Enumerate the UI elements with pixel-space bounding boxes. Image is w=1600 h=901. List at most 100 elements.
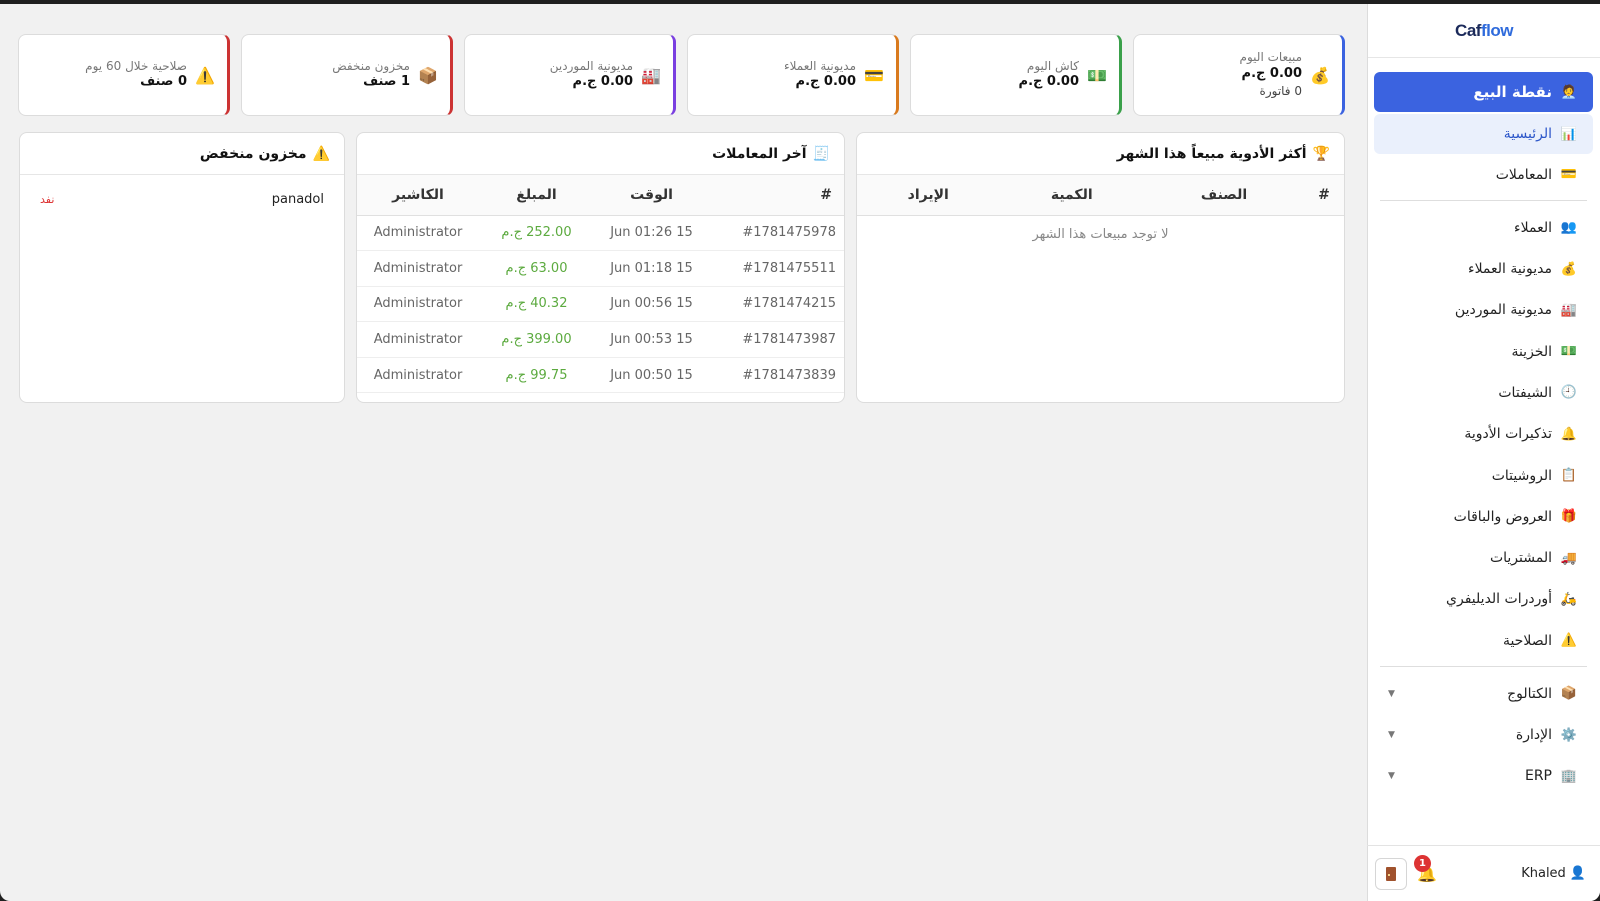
- transaction-id[interactable]: #1781475978: [709, 215, 844, 252]
- sidebar-item-customer-debts[interactable]: 💰 مديونية العملاء: [1374, 249, 1593, 290]
- logout-button[interactable]: [1375, 857, 1407, 890]
- item-name: panadol: [271, 191, 324, 207]
- stat-label: مديونية الموردين: [549, 58, 633, 73]
- sidebar-item-purchases[interactable]: 🚚 المشتريات: [1374, 538, 1593, 579]
- stat-card-supplier-debts[interactable]: 🏭 مديونية الموردين 0.00 ج.م: [464, 34, 676, 116]
- user-name: Khaled: [1521, 866, 1566, 881]
- transaction-cashier: Administrator: [357, 250, 479, 287]
- transaction-cashier: Administrator: [357, 321, 479, 358]
- card-header: 🧾 آخر المعاملات: [357, 133, 844, 175]
- sidebar-item-admin[interactable]: ⚙️ الإدارة ▼: [1374, 715, 1593, 756]
- building-icon: 🏢: [1560, 768, 1577, 784]
- column-header[interactable]: #: [1304, 175, 1344, 216]
- column-header[interactable]: المبلغ: [479, 175, 594, 216]
- transaction-id[interactable]: #1781474215: [709, 286, 844, 323]
- sidebar-item-supplier-debts[interactable]: 🏭 مديونية الموردين: [1374, 290, 1593, 331]
- stat-label: مبيعات اليوم: [1239, 49, 1302, 64]
- sidebar-item-label: مديونية العملاء: [1468, 261, 1552, 278]
- low-stock-card: ⚠️ مخزون منخفض panadol نفد: [19, 132, 345, 403]
- notification-badge: 1: [1413, 855, 1431, 872]
- column-header[interactable]: الكاشير: [357, 175, 479, 216]
- brand-logo[interactable]: Caf flow: [1368, 4, 1600, 58]
- sidebar-item-treasury[interactable]: 💵 الخزينة: [1374, 331, 1593, 372]
- dashboard-main: 💰 مبيعات اليوم 0.00 ج.م 0 فاتورة 💵 كاش ا…: [0, 4, 1367, 901]
- column-header[interactable]: الإيراد: [857, 175, 1000, 216]
- stat-card-customer-debts[interactable]: 💳 مديونية العملاء 0.00 ج.م: [687, 34, 899, 116]
- transaction-id[interactable]: #1781473987: [709, 321, 844, 358]
- brand-suffix: flow: [1480, 20, 1514, 40]
- user-profile[interactable]: 👤 Khaled: [1521, 866, 1586, 881]
- sidebar-item-catalog[interactable]: 📦 الكتالوج ▼: [1374, 673, 1593, 714]
- recent-transactions-card: 🧾 آخر المعاملات # الوقت المبلغ الكاشير #…: [356, 132, 845, 403]
- sidebar-item-label: الشيفتات: [1498, 384, 1552, 401]
- table-row[interactable]: #1781473987 15 Jun 00:53 399.00 ج.م Admi…: [357, 321, 844, 358]
- sidebar-item-label: مديونية الموردين: [1454, 302, 1552, 319]
- sidebar-item-prescriptions[interactable]: 📋 الروشيتات: [1374, 455, 1593, 496]
- sidebar-item-label: تذكيرات الأدوية: [1464, 426, 1552, 443]
- truck-icon: 🚚: [1560, 550, 1577, 566]
- gear-icon: ⚙️: [1560, 727, 1577, 743]
- sidebar-item-reminders[interactable]: 🔔 تذكيرات الأدوية: [1374, 414, 1593, 455]
- sidebar-item-label: الخزينة: [1511, 343, 1552, 360]
- sidebar-item-customers[interactable]: 👥 العملاء: [1374, 207, 1593, 248]
- user-bar: 👤 Khaled 🔔 1: [1367, 845, 1600, 901]
- stat-card-low-stock[interactable]: 📦 مخزون منخفض 1 صنف: [241, 34, 453, 116]
- box-icon: 📦: [418, 65, 438, 85]
- stat-label: مديونية العملاء: [784, 58, 856, 73]
- sidebar-item-offers[interactable]: 🎁 العروض والباقات: [1374, 496, 1593, 537]
- sidebar-nav: 🧑‍💼 نقطة البيع 📊 الرئيسية 💳 المعاملات 👥 …: [1368, 58, 1600, 797]
- sidebar-item-label: المعاملات: [1495, 166, 1552, 183]
- sidebar-item-label: الروشيتات: [1491, 467, 1552, 484]
- sidebar-item-label: الإدارة: [1515, 727, 1552, 744]
- table-row[interactable]: #1781475511 15 Jun 01:18 63.00 ج.م Admin…: [357, 250, 844, 287]
- user-actions: 🔔 1: [1375, 855, 1437, 890]
- transaction-cashier: Administrator: [357, 215, 479, 252]
- sidebar-item-erp[interactable]: 🏢 ERP ▼: [1374, 756, 1593, 797]
- transaction-time: 15 Jun 00:50: [594, 357, 709, 394]
- column-header[interactable]: الوقت: [594, 175, 709, 216]
- transaction-amount: 399.00 ج.م: [479, 321, 594, 358]
- sidebar-item-label: الصلاحية: [1502, 632, 1552, 649]
- sidebar-item-delivery[interactable]: 🛵 أوردرات الديليفري: [1374, 579, 1593, 620]
- stat-card-today-cash[interactable]: 💵 كاش اليوم 0.00 ج.م: [910, 34, 1122, 116]
- clock-icon: 🕘: [1560, 385, 1577, 401]
- nav-divider: [1380, 666, 1587, 668]
- column-header[interactable]: #: [709, 175, 844, 216]
- gift-icon: 🎁: [1560, 509, 1577, 525]
- transaction-id[interactable]: #1781475511: [709, 250, 844, 287]
- factory-icon: 🏭: [641, 65, 661, 85]
- clipboard-icon: 📋: [1560, 468, 1577, 484]
- transaction-id[interactable]: #1781473839: [709, 357, 844, 394]
- user-icon: 👤: [1569, 866, 1586, 881]
- stat-label: صلاحية خلال 60 يوم: [85, 58, 187, 73]
- stat-card-expiry[interactable]: ⚠️ صلاحية خلال 60 يوم 0 صنف: [18, 34, 230, 116]
- sidebar-item-pos[interactable]: 🧑‍💼 نقطة البيع: [1374, 72, 1593, 112]
- money-bag-icon: 💰: [1560, 261, 1577, 277]
- notifications-button[interactable]: 🔔 1: [1413, 855, 1437, 883]
- list-item[interactable]: panadol نفد: [20, 175, 344, 223]
- box-icon: 📦: [1560, 686, 1577, 702]
- stat-label: كاش اليوم: [1026, 58, 1079, 73]
- stat-card-today-sales[interactable]: 💰 مبيعات اليوم 0.00 ج.م 0 فاتورة: [1133, 34, 1345, 116]
- table-row[interactable]: #1781475978 15 Jun 01:26 252.00 ج.م Admi…: [357, 215, 844, 252]
- transaction-amount: 63.00 ج.م: [479, 250, 594, 287]
- sidebar-item-shifts[interactable]: 🕘 الشيفتات: [1374, 372, 1593, 413]
- credit-card-icon: 💳: [864, 65, 884, 85]
- chevron-down-icon: ▼: [1388, 771, 1395, 782]
- transaction-amount: 40.32 ج.م: [479, 286, 594, 323]
- table-header-row: # الوقت المبلغ الكاشير: [357, 175, 844, 216]
- sidebar-item-transactions[interactable]: 💳 المعاملات: [1374, 154, 1593, 195]
- table-row[interactable]: #1781474215 15 Jun 00:56 40.32 ج.م Admin…: [357, 286, 844, 323]
- sidebar-item-label: الكتالوج: [1507, 685, 1552, 702]
- column-header[interactable]: الكمية: [999, 175, 1145, 216]
- sidebar-item-expiry[interactable]: ⚠️ الصلاحية: [1374, 620, 1593, 661]
- transactions-table: # الوقت المبلغ الكاشير #1781475978 15 Ju…: [357, 175, 844, 394]
- sidebar-item-home[interactable]: 📊 الرئيسية: [1374, 114, 1593, 154]
- door-icon: [1386, 866, 1396, 881]
- column-header[interactable]: الصنف: [1144, 175, 1304, 216]
- people-icon: 👥: [1560, 220, 1577, 236]
- stat-subtext: 0 فاتورة: [1259, 84, 1302, 99]
- sidebar-item-label: نقطة البيع: [1473, 83, 1552, 101]
- table-row[interactable]: #1781473839 15 Jun 00:50 99.75 ج.م Admin…: [357, 357, 844, 394]
- sidebar-item-label: ERP: [1524, 768, 1552, 785]
